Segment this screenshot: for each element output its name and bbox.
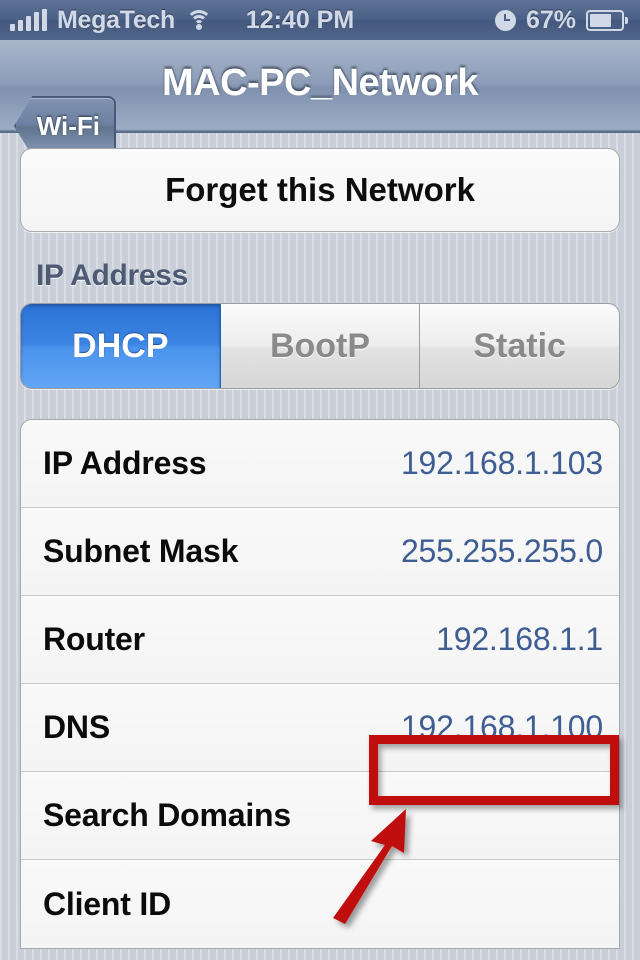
table-row-router[interactable]: Router 192.168.1.1 — [21, 596, 619, 684]
table-row-search-domains[interactable]: Search Domains — [21, 772, 619, 860]
status-bar-left: MegaTech — [0, 6, 213, 35]
dns-value: 192.168.1.100 — [401, 709, 603, 746]
segment-bootp[interactable]: BootP — [221, 304, 421, 388]
battery-percent: 67% — [526, 6, 576, 35]
row-label: IP Address — [43, 445, 206, 482]
status-bar-right: 67% — [495, 6, 640, 35]
row-label: Subnet Mask — [43, 533, 238, 570]
clock-icon — [495, 10, 516, 31]
row-label: Search Domains — [43, 797, 291, 834]
row-label: Router — [43, 621, 145, 658]
battery-icon — [586, 10, 628, 31]
carrier-name: MegaTech — [57, 6, 175, 35]
table-row-dns[interactable]: DNS 192.168.1.100 — [21, 684, 619, 772]
status-bar-time: 12:40 PM — [246, 6, 354, 35]
signal-bars-icon — [10, 9, 47, 31]
table-row-client-id[interactable]: Client ID — [21, 860, 619, 948]
screen: MegaTech 12:40 PM 67% Wi-Fi MAC-PC_Netwo… — [0, 0, 640, 960]
segment-static[interactable]: Static — [420, 304, 619, 388]
navigation-bar: Wi-Fi MAC-PC_Network — [0, 40, 640, 133]
row-label: DNS — [43, 709, 110, 746]
row-label: Client ID — [43, 886, 171, 923]
segment-dhcp[interactable]: DHCP — [21, 304, 221, 388]
content-area: Forget this Network IP Address DHCP Boot… — [0, 133, 640, 949]
page-title: MAC-PC_Network — [0, 62, 640, 105]
subnet-mask-value: 255.255.255.0 — [401, 533, 603, 570]
table-row-ip-address[interactable]: IP Address 192.168.1.103 — [21, 420, 619, 508]
ip-address-value: 192.168.1.103 — [401, 445, 603, 482]
network-details-table: IP Address 192.168.1.103 Subnet Mask 255… — [20, 419, 620, 949]
router-value: 192.168.1.1 — [436, 621, 603, 658]
status-bar: MegaTech 12:40 PM 67% — [0, 0, 640, 40]
ip-address-section-header: IP Address — [36, 259, 640, 293]
ip-config-segmented-control[interactable]: DHCP BootP Static — [20, 303, 620, 389]
wifi-icon — [185, 9, 213, 31]
table-row-subnet-mask[interactable]: Subnet Mask 255.255.255.0 — [21, 508, 619, 596]
forget-this-network-button[interactable]: Forget this Network — [20, 148, 620, 232]
